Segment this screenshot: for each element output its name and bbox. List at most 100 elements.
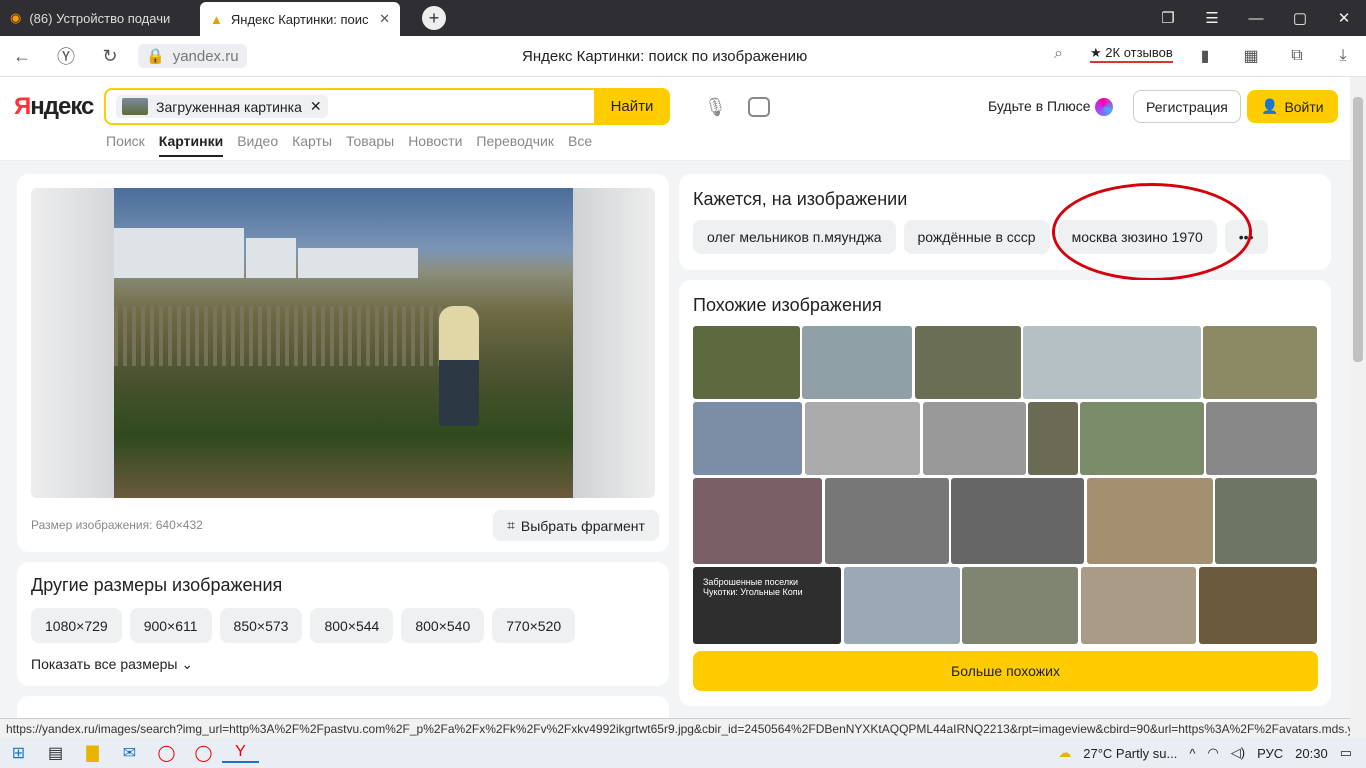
similar-image[interactable] xyxy=(1206,402,1317,475)
yandex-logo[interactable]: Яндекс xyxy=(14,93,94,121)
maximize-icon[interactable]: ▢ xyxy=(1278,0,1322,36)
tag-chip[interactable]: рождённые в ссср xyxy=(903,220,1050,254)
tab-yandex-images[interactable]: ▲ Яндекс Картинки: поис ✕ xyxy=(200,2,400,36)
lock-icon: 🔒 xyxy=(146,48,165,65)
similar-image[interactable] xyxy=(1028,402,1078,475)
find-button[interactable]: Найти xyxy=(594,88,670,125)
similar-image[interactable] xyxy=(1203,326,1317,399)
other-sizes-title: Другие размеры изображения xyxy=(31,575,283,595)
similar-image[interactable] xyxy=(1080,402,1204,475)
similar-image[interactable] xyxy=(693,326,800,399)
sizes-list: 1080×729 900×611 850×573 800×544 800×540… xyxy=(31,608,576,643)
logo-letter: Я xyxy=(14,93,31,120)
close-window-icon[interactable]: ✕ xyxy=(1322,0,1366,36)
scrollbar-thumb[interactable] xyxy=(1353,97,1363,362)
login-button[interactable]: 👤 Войти xyxy=(1247,90,1338,123)
blur-left xyxy=(31,188,114,498)
similar-image[interactable] xyxy=(951,478,1084,564)
plus-link[interactable]: Будьте в Плюсе xyxy=(988,98,1113,117)
back-icon[interactable]: ← xyxy=(0,46,44,67)
tab-images[interactable]: Картинки xyxy=(158,133,224,157)
microphone-icon[interactable]: 🎙 xyxy=(704,97,727,118)
close-icon[interactable]: ✕ xyxy=(379,11,390,27)
fragment-label: Выбрать фрагмент xyxy=(520,517,645,534)
similar-image[interactable] xyxy=(1081,567,1196,644)
tab-video[interactable]: Видео xyxy=(237,133,278,157)
url-field[interactable]: 🔒 yandex.ru xyxy=(138,44,247,68)
system-tray: ☁ 27°C Partly su... ^ ◠ ◁) РУС 20:30 ▭ xyxy=(1058,738,1366,768)
uploaded-image-chip[interactable]: Загруженная картинка ✕ xyxy=(116,95,328,118)
menu-icon[interactable]: ☰ xyxy=(1190,0,1234,36)
collections-icon[interactable]: ▦ xyxy=(1228,46,1274,66)
extensions-icon[interactable]: ⧉ xyxy=(1274,47,1320,65)
more-similar-button[interactable]: Больше похожих xyxy=(693,651,1318,691)
tab-search[interactable]: Поиск xyxy=(106,133,145,157)
select-fragment-button[interactable]: ⌗ Выбрать фрагмент xyxy=(493,510,659,541)
show-all-sizes-link[interactable]: Показать все размеры ⌄ xyxy=(31,656,193,673)
url-text: yandex.ru xyxy=(172,47,239,65)
size-option[interactable]: 1080×729 xyxy=(31,608,122,643)
similar-image[interactable] xyxy=(1215,478,1317,564)
tab-maps[interactable]: Карты xyxy=(292,133,332,157)
main-image[interactable] xyxy=(31,188,655,498)
opera-icon[interactable]: ◯ xyxy=(148,743,185,763)
minimize-icon[interactable]: — xyxy=(1234,0,1278,36)
overlay-text: Заброшенные поселки xyxy=(703,577,799,587)
scrollbar[interactable] xyxy=(1350,77,1366,738)
logo-text: ндекс xyxy=(30,93,94,120)
reload-icon[interactable]: ↻ xyxy=(88,46,132,67)
file-explorer-icon[interactable]: ▇ xyxy=(74,743,111,763)
new-tab-button[interactable]: + xyxy=(422,6,446,30)
similar-image[interactable] xyxy=(693,478,822,564)
similar-image[interactable]: Заброшенные поселки Чукотки: Угольные Коп… xyxy=(693,567,841,644)
similar-image[interactable] xyxy=(915,326,1021,399)
similar-image[interactable] xyxy=(962,567,1078,644)
size-option[interactable]: 850×573 xyxy=(219,608,303,643)
similar-image[interactable] xyxy=(1023,326,1201,399)
windows-start-icon[interactable]: ⊞ xyxy=(0,743,37,763)
size-option[interactable]: 800×544 xyxy=(310,608,394,643)
wifi-icon[interactable]: ◠ xyxy=(1207,745,1218,761)
download-icon[interactable]: ⤓ xyxy=(1320,47,1366,65)
user-icon: 👤 xyxy=(1261,98,1279,114)
mail-icon[interactable]: ✉ xyxy=(111,743,148,763)
size-option[interactable]: 770×520 xyxy=(492,608,576,643)
size-option[interactable]: 900×611 xyxy=(129,608,212,643)
bookmark-icon[interactable]: ▮ xyxy=(1182,46,1228,66)
tab-products[interactable]: Товары xyxy=(346,133,394,157)
similar-image[interactable] xyxy=(693,402,802,475)
chevron-up-icon[interactable]: ^ xyxy=(1189,746,1195,761)
size-option[interactable]: 800×540 xyxy=(401,608,485,643)
building xyxy=(114,228,244,278)
task-view-icon[interactable]: ▤ xyxy=(37,743,74,763)
language-indicator[interactable]: РУС xyxy=(1257,746,1283,761)
yandex-header: Яндекс Загруженная картинка ✕ Найти 🎙 Буд… xyxy=(0,77,1350,161)
tag-chip[interactable]: олег мельников п.мяунджа xyxy=(693,220,896,254)
search-box[interactable]: Загруженная картинка ✕ Найти xyxy=(104,88,670,125)
volume-icon[interactable]: ◁) xyxy=(1231,745,1245,761)
tab-news[interactable]: Новости xyxy=(408,133,462,157)
camera-search-icon[interactable] xyxy=(748,97,770,117)
yandex-browser-icon[interactable]: Y xyxy=(222,743,259,763)
opera-gx-icon[interactable]: ◯ xyxy=(185,743,222,763)
notifications-icon[interactable]: ▭ xyxy=(1340,745,1352,761)
similar-image[interactable] xyxy=(805,402,920,475)
similar-image[interactable] xyxy=(844,567,960,644)
fence xyxy=(114,306,444,366)
similar-image[interactable] xyxy=(1199,567,1317,644)
search-icon[interactable]: ⌕ xyxy=(1054,45,1063,63)
similar-image[interactable] xyxy=(802,326,912,399)
similar-image[interactable] xyxy=(825,478,949,564)
tabs-list-icon[interactable]: ❐ xyxy=(1146,0,1190,36)
clock[interactable]: 20:30 xyxy=(1295,746,1328,761)
yandex-icon[interactable]: Ⓨ xyxy=(44,43,88,69)
close-icon[interactable]: ✕ xyxy=(310,98,322,115)
weather-text[interactable]: 27°C Partly su... xyxy=(1083,746,1177,761)
tab-translator[interactable]: Переводчик xyxy=(476,133,554,157)
similar-image[interactable] xyxy=(923,402,1026,475)
reviews-link[interactable]: ★ 2К отзывов xyxy=(1090,45,1173,63)
register-button[interactable]: Регистрация xyxy=(1133,90,1241,123)
tab-feed[interactable]: ◉ (86) Устройство подачи xyxy=(0,0,200,36)
similar-image[interactable] xyxy=(1087,478,1213,564)
tab-all[interactable]: Все xyxy=(568,133,592,157)
